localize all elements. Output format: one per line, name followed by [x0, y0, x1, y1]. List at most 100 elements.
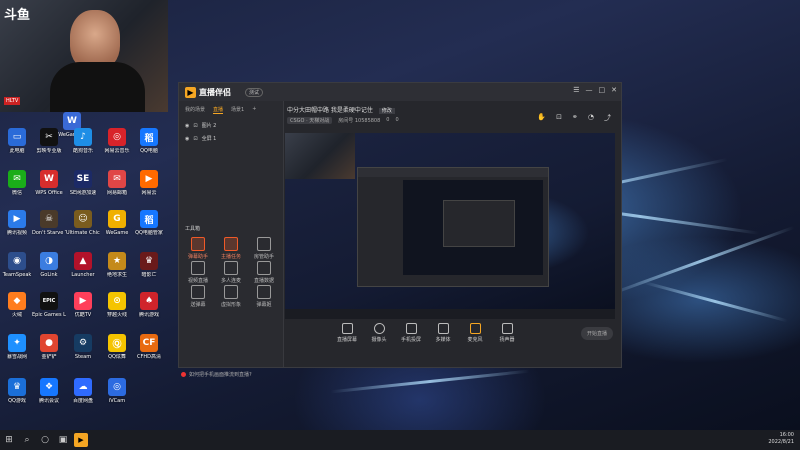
- eye-icon[interactable]: ◉: [185, 136, 189, 142]
- desktop-icon[interactable]: ❖ 腾讯会议: [32, 378, 66, 404]
- desktop-app-icon: ♪: [74, 128, 92, 146]
- link-icon[interactable]: ⚭: [572, 113, 578, 123]
- tab-live[interactable]: 直播: [213, 106, 224, 114]
- desktop-icon[interactable]: G WeGame: [100, 210, 134, 236]
- camera-button[interactable]: 摄像头: [365, 323, 393, 343]
- desktop-icon[interactable]: W WPS Office: [32, 170, 66, 196]
- douyu-logo: 斗鱼: [4, 8, 31, 23]
- desktop-icon[interactable]: 稻 QQ电脑管家: [132, 210, 166, 236]
- desktop-icon[interactable]: ☺ Ultimate Chicken: [66, 210, 100, 236]
- nested-app-preview: [357, 167, 549, 287]
- tool-icon: [257, 237, 271, 251]
- desktop-icon[interactable]: ◎ iVCam: [100, 378, 134, 404]
- desktop-icon[interactable]: ◆ 火绒: [0, 292, 34, 318]
- desktop-icon-label: Epic Games Launcher: [32, 312, 66, 318]
- desktop-icon-label: TeamSpeak: [2, 272, 32, 278]
- desktop-icon[interactable]: ▶ 腾讯视频: [0, 210, 34, 236]
- desktop-icon[interactable]: ☠ Don't Starve Together: [32, 210, 66, 236]
- task-view-icon[interactable]: ○: [36, 431, 54, 449]
- hand-icon[interactable]: ✋: [537, 113, 546, 123]
- desktop-icon[interactable]: CF CFHD高清: [132, 334, 166, 360]
- desktop-icon[interactable]: ◑ GoLink: [32, 252, 66, 278]
- stream-preview[interactable]: [285, 133, 615, 319]
- tool-button[interactable]: 主播任务: [216, 237, 246, 260]
- maximize-icon[interactable]: □: [599, 86, 606, 94]
- share-icon[interactable]: ⤴: [604, 113, 611, 123]
- desktop-icon[interactable]: ▲ Launcher: [66, 252, 100, 278]
- stream-title-text: 中分大田帽中路 我是柔硬中记住: [287, 107, 373, 114]
- lock-icon[interactable]: ⊡: [193, 136, 197, 142]
- tool-button[interactable]: 弹幕姬: [249, 285, 279, 308]
- start-icon[interactable]: ⊞: [0, 431, 18, 449]
- desktop-icon-label: 金铲铲: [41, 354, 57, 360]
- phone-cast-button[interactable]: 手机投屏: [397, 323, 425, 343]
- desktop-icon[interactable]: EPIC Epic Games Launcher: [32, 292, 66, 318]
- speaker-button[interactable]: 扬声器: [493, 323, 521, 343]
- lock-icon[interactable]: ⊡: [193, 123, 197, 129]
- eye-icon[interactable]: ◉: [185, 123, 189, 129]
- desktop-icon[interactable]: Ⓠ QQ炫舞: [100, 334, 134, 360]
- app-taskbar-icon[interactable]: ▶: [74, 433, 88, 447]
- tool-button[interactable]: 虚拟形象: [216, 285, 246, 308]
- stream-title: 中分大田帽中路 我是柔硬中记住 修改: [287, 105, 395, 114]
- tool-label: 弹幕助手: [187, 254, 208, 260]
- menu-icon[interactable]: ☰: [573, 86, 579, 94]
- desktop-icon[interactable]: ♪ 酷狗音乐: [66, 128, 100, 154]
- notice-bar[interactable]: 如何把手机画面推流到直播?: [181, 371, 252, 378]
- search-icon[interactable]: ⌕: [18, 431, 36, 449]
- desktop-icon[interactable]: ✂ 剪映专业版: [32, 128, 66, 154]
- tool-button[interactable]: 视频直播: [183, 261, 213, 284]
- desktop-icon[interactable]: ◎ 网易云音乐: [100, 128, 134, 154]
- tool-button[interactable]: 送弹幕: [183, 285, 213, 308]
- desktop-icon[interactable]: ⊙ 穿越火线: [100, 292, 134, 318]
- tool-button[interactable]: 多人连麦: [216, 261, 246, 284]
- desktop-icon[interactable]: ♠ 腾讯游戏: [132, 292, 166, 318]
- bell-icon[interactable]: ◔: [588, 113, 594, 123]
- desktop-icon[interactable]: ▶ 网易云: [132, 170, 166, 196]
- desktop-icon[interactable]: ● 金铲铲: [32, 334, 66, 360]
- viewer-count: 0: [395, 117, 399, 123]
- desktop-app-icon: ★: [108, 252, 126, 270]
- desktop-app-icon: ✉: [8, 170, 26, 188]
- tool-button[interactable]: 直播数据: [249, 261, 279, 284]
- desktop-icon[interactable]: ✉ 网易邮箱: [100, 170, 134, 196]
- tab-scene-1[interactable]: 场景1: [231, 106, 244, 114]
- top-right-tools: ✋ ⊡ ⚭ ◔ ⤴: [537, 113, 611, 123]
- desktop-icon[interactable]: ♛ QQ游戏: [0, 378, 34, 404]
- desktop-icon[interactable]: ☁ 百度网盘: [66, 378, 100, 404]
- desktop-icon[interactable]: ✉ 微信: [0, 170, 34, 196]
- desktop-icon[interactable]: ▶ 优酷TV: [66, 292, 100, 318]
- desktop-icon[interactable]: ✦ 暴雪战网: [0, 334, 34, 360]
- desktop-icon[interactable]: ⚙ Steam: [66, 334, 100, 360]
- tool-button[interactable]: 弹幕助手: [183, 237, 213, 260]
- desktop-icon-label: 暗影亡: [141, 272, 157, 278]
- tab-my-scenes[interactable]: 我的场景: [185, 106, 205, 114]
- microphone-button[interactable]: 麦克风: [461, 323, 489, 343]
- desktop-app-icon: ◎: [108, 128, 126, 146]
- desktop-icon[interactable]: ★ 绝地求生: [100, 252, 134, 278]
- desktop-app-icon: ☠: [40, 210, 58, 228]
- screen-capture-button[interactable]: 直播屏幕: [333, 323, 361, 343]
- tool-icon: [257, 261, 271, 275]
- desktop-icon-label: 穿越火线: [106, 312, 127, 318]
- media-button[interactable]: 多媒体: [429, 323, 457, 343]
- lock-icon[interactable]: ⊡: [556, 113, 562, 123]
- desktop-icon[interactable]: ♛ 暗影亡: [132, 252, 166, 278]
- minimize-icon[interactable]: —: [586, 86, 593, 94]
- start-live-button[interactable]: 开始直播: [580, 327, 613, 340]
- desktop-icon[interactable]: ◉ TeamSpeak: [0, 252, 34, 278]
- scene-item[interactable]: ◉ ⊡ 全屏 1: [179, 132, 283, 145]
- tool-button[interactable]: 房管助手: [249, 237, 279, 260]
- edit-title-button[interactable]: 修改: [378, 108, 395, 114]
- desktop-icon[interactable]: SE SE网游加速: [66, 170, 100, 196]
- game-category[interactable]: CSGO · 天梯对战: [287, 117, 333, 124]
- desktop-icon[interactable]: ▭ 此电脑: [0, 128, 34, 154]
- add-scene-icon[interactable]: +: [252, 106, 256, 114]
- clock[interactable]: 16:00 2022/8/21: [768, 432, 794, 446]
- close-icon[interactable]: ✕: [611, 86, 617, 94]
- file-explorer-icon[interactable]: ▣: [54, 431, 72, 449]
- tool-icon: [224, 285, 238, 299]
- live-companion-window[interactable]: ▶ 直播伴侣 测试 ☰ — □ ✕ 我的场景 直播 场景1 + ◉ ⊡ 图片 2…: [178, 82, 622, 378]
- scene-item[interactable]: ◉ ⊡ 图片 2: [179, 119, 283, 132]
- desktop-icon[interactable]: 稻 QQ电脑: [132, 128, 166, 154]
